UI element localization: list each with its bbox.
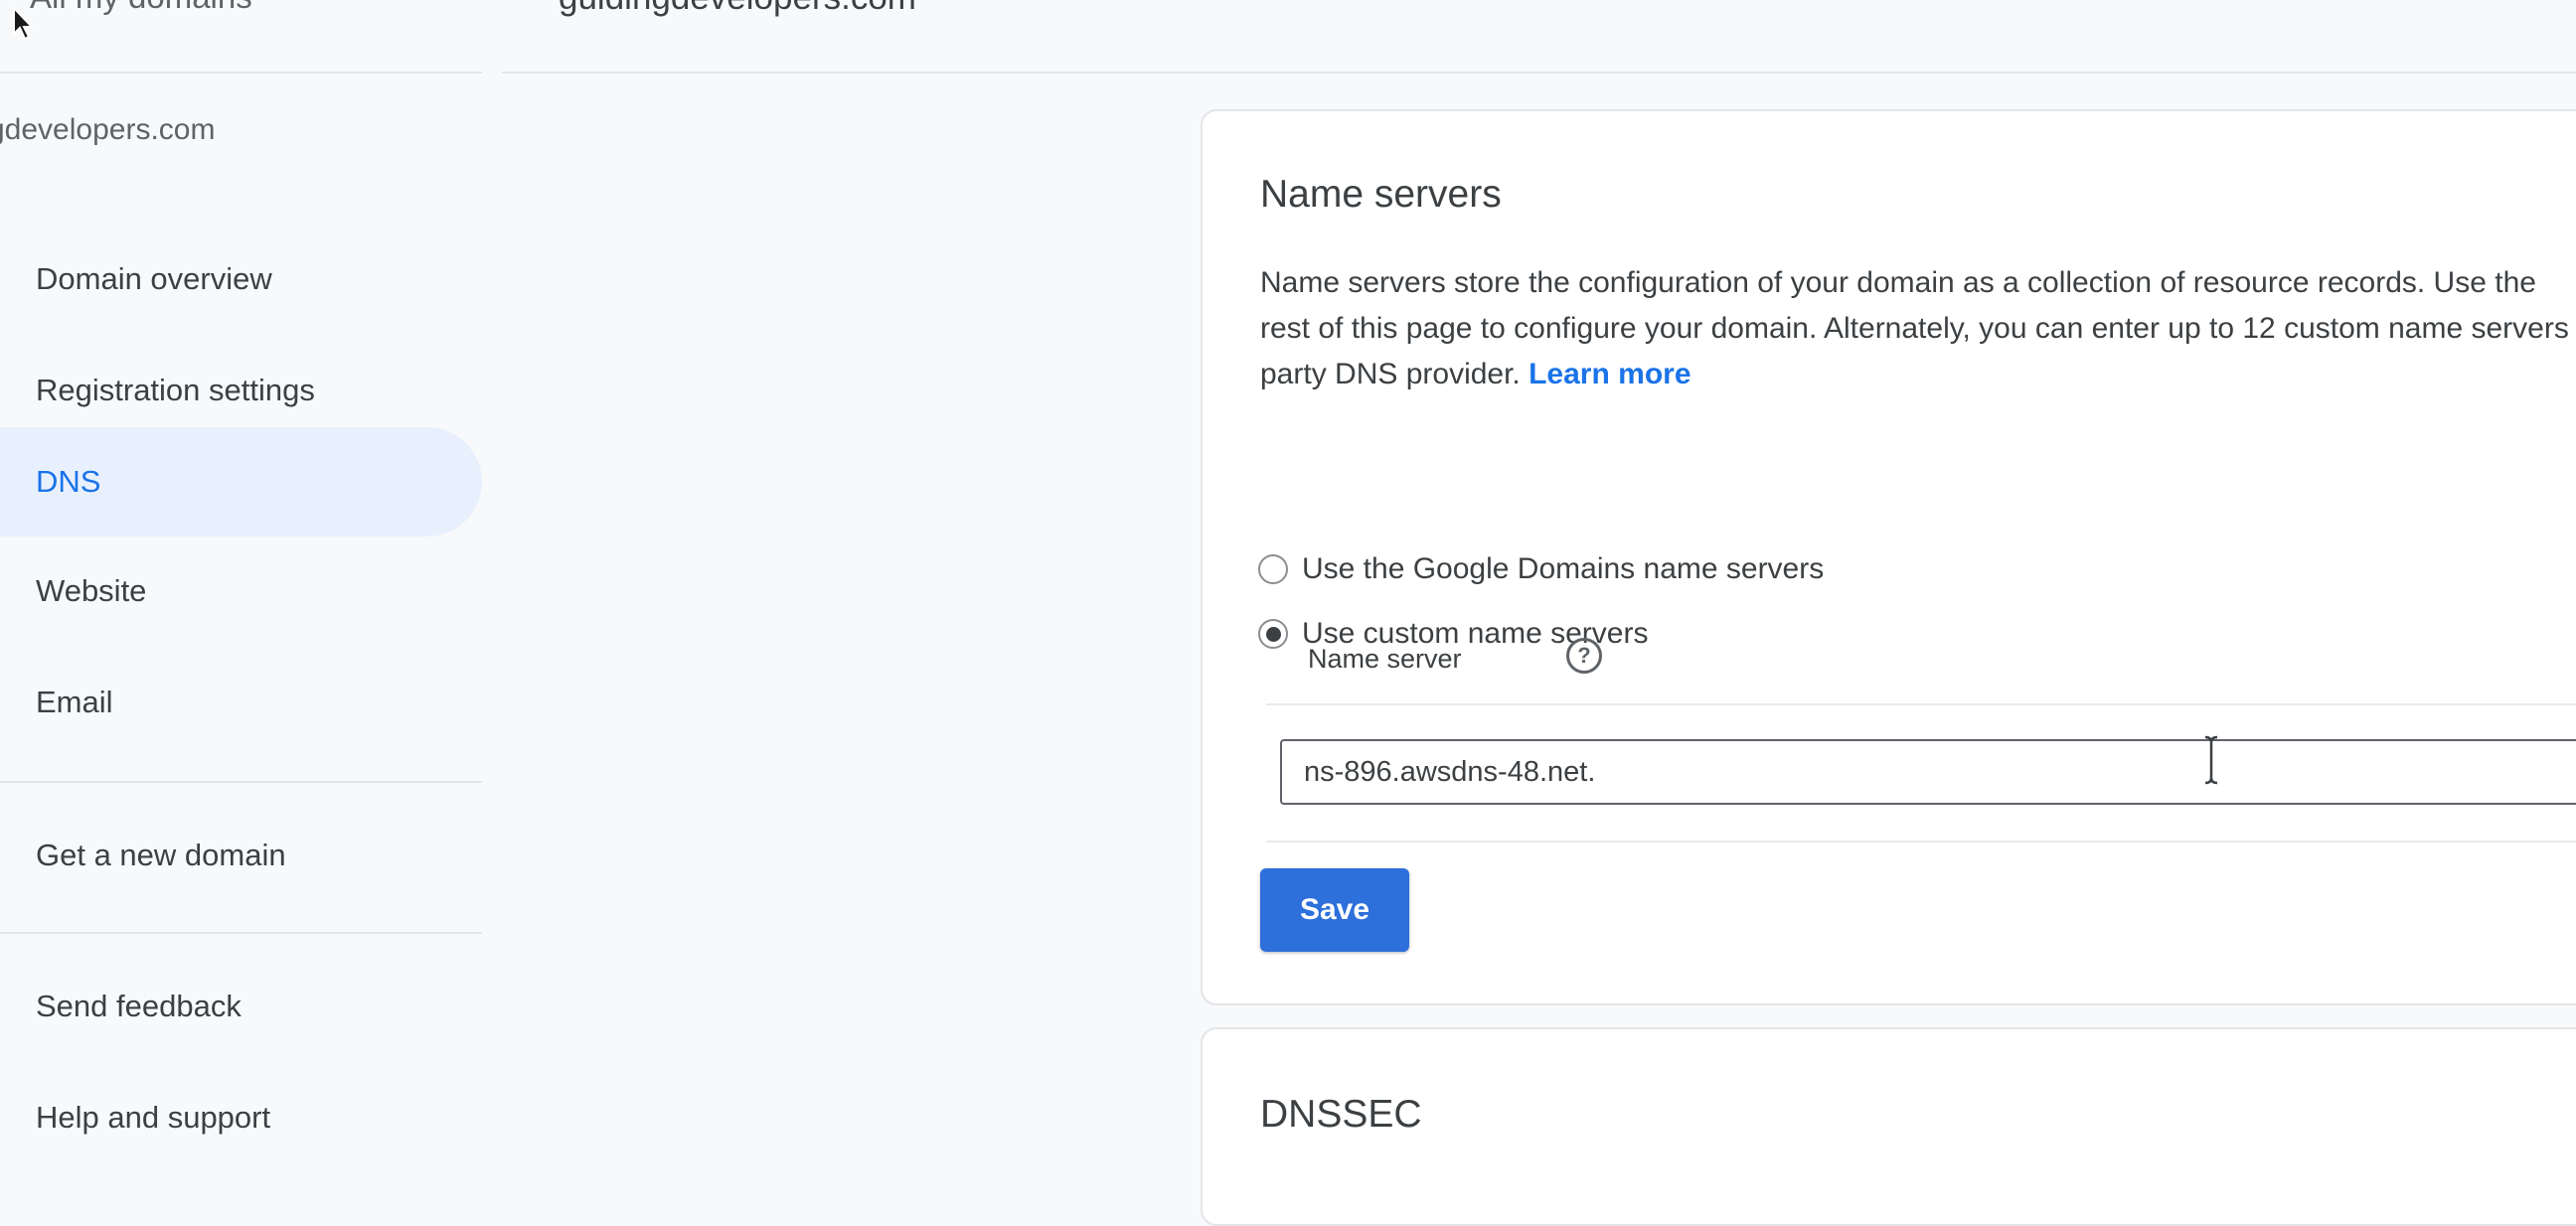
topbar: guidingdevelopers.com bbox=[502, 0, 2576, 74]
sidebar-domain-name: gdevelopers.com bbox=[0, 113, 216, 146]
sidebar: gdevelopers.com Domain overview Registra… bbox=[0, 74, 482, 1135]
sidebar-item-label: DNS bbox=[36, 464, 101, 499]
sidebar-item-label: Help and support bbox=[36, 1100, 271, 1135]
description-line: Name servers store the configuration of … bbox=[1260, 266, 2536, 299]
sidebar-item-email[interactable]: Email bbox=[0, 648, 482, 757]
sidebar-item-label: Registration settings bbox=[36, 373, 315, 407]
topbar-left: All my domains bbox=[0, 0, 482, 74]
description-line: rest of this page to configure your doma… bbox=[1260, 312, 2569, 345]
sidebar-item-dns[interactable]: DNS bbox=[0, 427, 482, 536]
description-line-text: party DNS provider. bbox=[1260, 358, 1530, 390]
sidebar-divider bbox=[0, 932, 482, 934]
learn-more-link[interactable]: Learn more bbox=[1529, 358, 1690, 390]
sidebar-item-label: Website bbox=[36, 573, 147, 608]
page-domain-title: guidingdevelopers.com bbox=[559, 0, 916, 18]
sidebar-item-domain-overview[interactable]: Domain overview bbox=[0, 225, 482, 334]
sidebar-item-label: Get a new domain bbox=[36, 838, 286, 872]
sidebar-item-website[interactable]: Website bbox=[0, 536, 482, 646]
name-servers-title: Name servers bbox=[1260, 173, 1502, 216]
name-server-input[interactable] bbox=[1280, 739, 2576, 805]
sidebar-item-label: Send feedback bbox=[36, 989, 242, 1023]
name-server-row bbox=[1266, 703, 2576, 843]
dnssec-card: DNSSEC bbox=[1201, 1027, 2576, 1226]
name-server-table-header: Name server ? bbox=[1266, 622, 2576, 705]
option-label: Use the Google Domains name servers bbox=[1302, 552, 1825, 585]
radio-unselected[interactable] bbox=[1258, 554, 1288, 584]
google-name-servers-option[interactable]: Use the Google Domains name servers bbox=[1258, 552, 1824, 586]
description-line: party DNS provider. Learn more bbox=[1260, 352, 2576, 397]
name-servers-card: Name servers Name servers store the conf… bbox=[1201, 109, 2576, 1005]
save-button[interactable]: Save bbox=[1260, 868, 1409, 952]
sidebar-divider bbox=[0, 781, 482, 783]
sidebar-item-send-feedback[interactable]: Send feedback bbox=[0, 952, 482, 1061]
sidebar-item-get-new-domain[interactable]: Get a new domain bbox=[0, 801, 482, 910]
sidebar-item-label: Email bbox=[36, 685, 113, 719]
mouse-pointer-icon bbox=[13, 6, 35, 41]
sidebar-item-label: Domain overview bbox=[36, 261, 272, 296]
name-servers-description: Name servers store the configuration of … bbox=[1260, 260, 2576, 397]
all-domains-link[interactable]: All my domains bbox=[30, 0, 252, 16]
text-cursor-icon bbox=[2204, 735, 2218, 785]
sidebar-item-help-support[interactable]: Help and support bbox=[0, 1063, 482, 1172]
help-icon[interactable]: ? bbox=[1566, 638, 1602, 674]
dnssec-title: DNSSEC bbox=[1260, 1093, 1422, 1136]
name-server-column-header: Name server bbox=[1308, 644, 1462, 674]
